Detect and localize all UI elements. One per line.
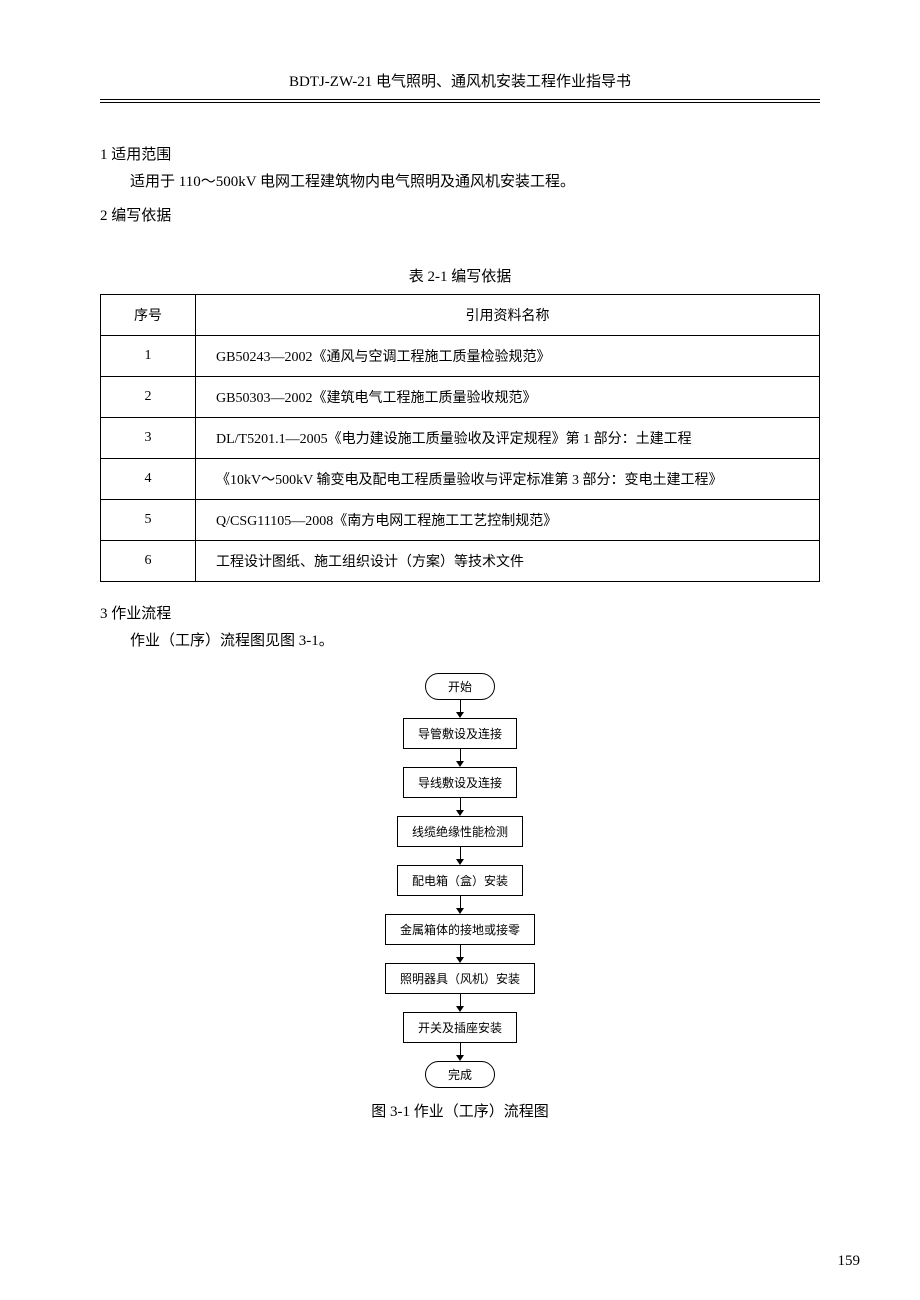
cell-seq: 3 — [101, 418, 196, 459]
cell-name: DL/T5201.1—2005《电力建设施工质量验收及评定规程》第 1 部分：土… — [196, 418, 820, 459]
section-3-text: 作业（工序）流程图见图 3-1。 — [100, 629, 820, 653]
header-rule-thin — [100, 102, 820, 103]
flow-step: 导管敷设及连接 — [403, 718, 517, 749]
cell-seq: 6 — [101, 541, 196, 582]
section-1-title: 1 适用范围 — [100, 143, 820, 164]
flowchart: 开始 导管敷设及连接 导线敷设及连接 线缆绝缘性能检测 配电箱（盒）安装 金属箱… — [100, 673, 820, 1088]
header-rule-thick — [100, 99, 820, 100]
flow-step: 导线敷设及连接 — [403, 767, 517, 798]
table-row: 3 DL/T5201.1—2005《电力建设施工质量验收及评定规程》第 1 部分… — [101, 418, 820, 459]
col-header-name: 引用资料名称 — [196, 295, 820, 336]
document-page: BDTJ-ZW-21 电气照明、通风机安装工程作业指导书 1 适用范围 适用于 … — [0, 0, 920, 1300]
cell-name: Q/CSG11105—2008《南方电网工程施工工艺控制规范》 — [196, 500, 820, 541]
section-2-title: 2 编写依据 — [100, 204, 820, 225]
basis-table: 序号 引用资料名称 1 GB50243—2002《通风与空调工程施工质量检验规范… — [100, 294, 820, 582]
table-header-row: 序号 引用资料名称 — [101, 295, 820, 336]
flow-start: 开始 — [425, 673, 495, 700]
flow-step: 线缆绝缘性能检测 — [397, 816, 523, 847]
cell-seq: 1 — [101, 336, 196, 377]
cell-seq: 2 — [101, 377, 196, 418]
figure-caption: 图 3-1 作业（工序）流程图 — [100, 1100, 820, 1121]
flow-end: 完成 — [425, 1061, 495, 1088]
table-row: 1 GB50243—2002《通风与空调工程施工质量检验规范》 — [101, 336, 820, 377]
flow-step: 开关及插座安装 — [403, 1012, 517, 1043]
table-row: 6 工程设计图纸、施工组织设计（方案）等技术文件 — [101, 541, 820, 582]
flow-step: 照明器具（风机）安装 — [385, 963, 535, 994]
cell-name: 工程设计图纸、施工组织设计（方案）等技术文件 — [196, 541, 820, 582]
section-3-title: 3 作业流程 — [100, 602, 820, 623]
section-1-text: 适用于 110～500kV 电网工程建筑物内电气照明及通风机安装工程。 — [100, 170, 820, 194]
page-number: 159 — [838, 1253, 861, 1270]
cell-seq: 5 — [101, 500, 196, 541]
cell-name: 《10kV～500kV 输变电及配电工程质量验收与评定标准第 3 部分：变电土建… — [196, 459, 820, 500]
flow-step: 金属箱体的接地或接零 — [385, 914, 535, 945]
cell-name: GB50243—2002《通风与空调工程施工质量检验规范》 — [196, 336, 820, 377]
table-row: 2 GB50303—2002《建筑电气工程施工质量验收规范》 — [101, 377, 820, 418]
col-header-seq: 序号 — [101, 295, 196, 336]
cell-name: GB50303—2002《建筑电气工程施工质量验收规范》 — [196, 377, 820, 418]
page-header: BDTJ-ZW-21 电气照明、通风机安装工程作业指导书 — [100, 70, 820, 99]
table-row: 5 Q/CSG11105—2008《南方电网工程施工工艺控制规范》 — [101, 500, 820, 541]
cell-seq: 4 — [101, 459, 196, 500]
table-row: 4 《10kV～500kV 输变电及配电工程质量验收与评定标准第 3 部分：变电… — [101, 459, 820, 500]
flow-step: 配电箱（盒）安装 — [397, 865, 523, 896]
table-caption: 表 2-1 编写依据 — [100, 265, 820, 286]
